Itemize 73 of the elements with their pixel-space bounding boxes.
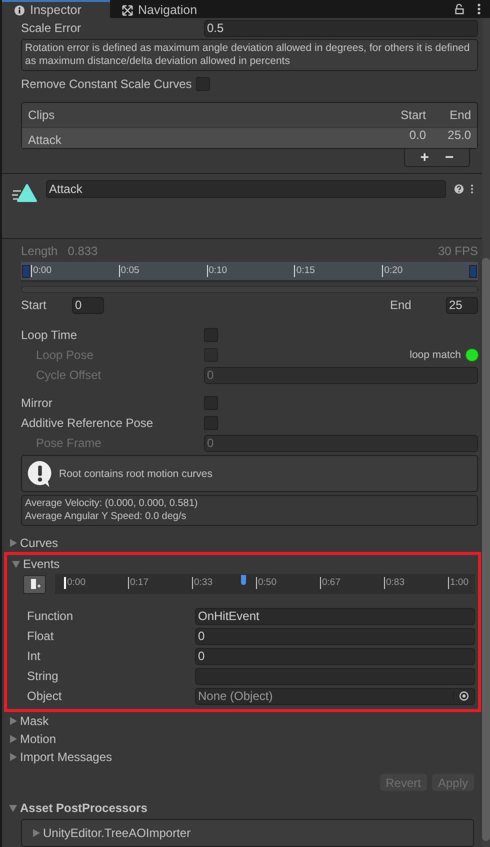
end-label: End xyxy=(390,298,412,312)
setting-label: Loop Time xyxy=(21,328,78,342)
foldout[interactable]: Mask xyxy=(9,712,478,730)
fps-value: 30 FPS xyxy=(438,244,478,258)
column-header: Clips xyxy=(28,108,56,122)
time-label: 0:00 xyxy=(64,577,86,589)
input-field[interactable]: 0 xyxy=(195,628,475,644)
length-value: 0.833 xyxy=(68,244,98,258)
length-label: Length xyxy=(21,244,58,258)
param-label: Float xyxy=(26,629,55,643)
time-label: 0:20 xyxy=(382,265,403,277)
warning-text: Root contains root motion curves xyxy=(59,468,212,480)
warning-icon xyxy=(27,460,53,488)
time-label: 0:67 xyxy=(320,577,340,589)
column-header: Start xyxy=(400,108,426,122)
start-handle[interactable] xyxy=(22,265,30,278)
clip-name-field[interactable]: Attack xyxy=(46,180,446,198)
help-icon[interactable] xyxy=(454,184,464,194)
add-event-icon xyxy=(28,578,40,590)
remove-button[interactable]: − xyxy=(441,149,458,166)
foldout[interactable]: Import Messages xyxy=(9,748,478,766)
event-timeline[interactable]: 0:00 0:17 0:33 0:50 0:67 0:83 1:00 xyxy=(55,574,475,594)
time-label: 1:00 xyxy=(448,577,468,589)
setting-label: Mirror xyxy=(21,396,54,410)
param-label: String xyxy=(26,669,60,683)
setting-label: Additive Reference Pose xyxy=(21,416,154,430)
more-icon[interactable] xyxy=(470,184,474,194)
param-label: Int xyxy=(26,649,42,663)
time-label: 0:00 xyxy=(31,265,52,277)
stat-text: Average Velocity: (0.000, 0.000, 0.581) xyxy=(25,498,199,510)
time-label: 0:83 xyxy=(384,577,404,589)
foldout[interactable]: Curves xyxy=(9,534,478,552)
end-field[interactable]: 25 xyxy=(446,296,478,314)
stat-text: Average Angular Y Speed: 0.0 deg/s xyxy=(25,510,188,523)
expand-arrows-icon xyxy=(122,4,133,16)
field-label: Scale Error xyxy=(21,21,82,35)
input-field[interactable]: 0.5 xyxy=(204,20,478,36)
lock-icon[interactable] xyxy=(454,3,465,15)
more-icon[interactable] xyxy=(477,3,481,15)
checkbox-label: Remove Constant Scale Curves xyxy=(21,77,192,91)
tab[interactable]: Inspector xyxy=(2,0,110,18)
time-label: 0:10 xyxy=(206,265,228,277)
setting-label: Loop Pose xyxy=(35,348,94,362)
add-event-button[interactable] xyxy=(23,574,46,594)
info-icon xyxy=(14,4,25,16)
column-header: End xyxy=(448,108,471,122)
scrollbar[interactable] xyxy=(482,18,490,847)
time-label: 0:15 xyxy=(294,265,315,277)
object-field[interactable]: None (Object) xyxy=(195,688,475,704)
foldout[interactable]: Motion xyxy=(9,730,478,748)
time-label: 0:17 xyxy=(128,577,148,589)
setting-label: Pose Frame xyxy=(35,436,102,450)
param-label: Object xyxy=(26,689,63,703)
time-label: 0:33 xyxy=(192,577,212,589)
time-label: 0:05 xyxy=(118,265,140,277)
clip-timeline[interactable]: 0:00 0:05 0:10 0:15 0:20 xyxy=(21,262,478,282)
param-label: Function xyxy=(26,609,74,623)
start-field[interactable]: 0 xyxy=(72,296,104,314)
end-handle[interactable] xyxy=(469,265,477,278)
add-button[interactable]: + xyxy=(416,149,433,166)
event-marker[interactable] xyxy=(240,575,246,585)
animation-clip-icon xyxy=(12,183,38,203)
input-field[interactable]: 0 xyxy=(195,648,475,664)
foldout[interactable]: Events xyxy=(12,555,475,573)
clip-row[interactable]: Attack 0.0 25.0 xyxy=(22,127,477,148)
setting-label: Cycle Offset xyxy=(35,368,102,382)
start-label: Start xyxy=(21,298,48,312)
time-label: 0:50 xyxy=(256,577,276,589)
loop-match-label: loop match xyxy=(410,349,461,361)
help-text: Rotation error is defined as maximum angle deviation allowed in degrees, for others it is defined as maximum distance/delta deviation allowed in percents xyxy=(21,39,478,71)
foldout[interactable]: UnityEditor.TreeAOImporter xyxy=(32,823,191,843)
foldout[interactable]: Asset PostProcessors xyxy=(9,799,478,817)
input-field[interactable]: OnHitEvent xyxy=(195,608,475,624)
